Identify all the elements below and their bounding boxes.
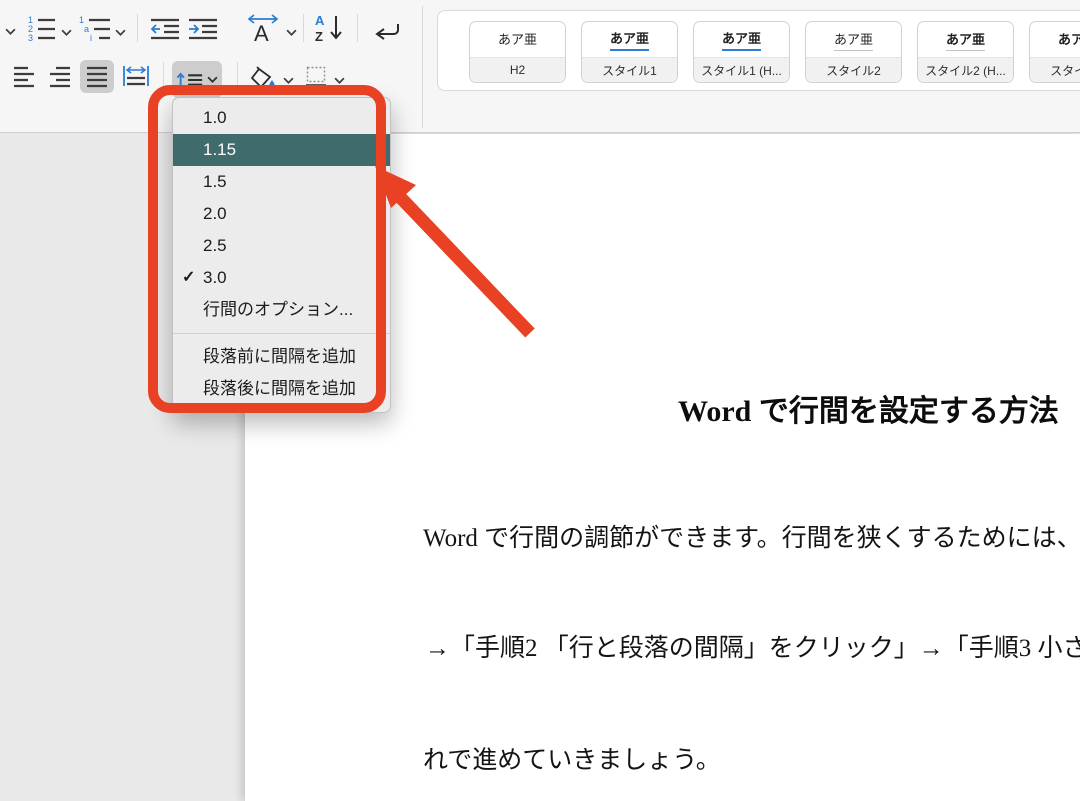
style-tile-style1[interactable]: あア亜 スタイル1 (581, 21, 678, 83)
style-tile-h2[interactable]: あア亜 H2 (469, 21, 566, 83)
document-paragraph[interactable]: れで進めていきましょう。 (423, 740, 721, 776)
menu-item-1.15[interactable]: 1.15 (173, 134, 390, 166)
style-preview-text: あア亜 (834, 29, 873, 51)
menu-item-2.5[interactable]: 2.5 (173, 230, 390, 262)
menu-item-2.0[interactable]: 2.0 (173, 198, 390, 230)
style-gallery: あア亜 H2 あア亜 スタイル1 あア亜 スタイル1 (H... あア亜 スタイ… (437, 10, 1080, 91)
sort-az-icon: A Z (314, 13, 344, 43)
toolbar-separator (237, 62, 238, 92)
increase-indent-icon (188, 17, 218, 41)
style-tile-style2[interactable]: あア亜 スタイル2 (805, 21, 902, 83)
wrap-text-icon (374, 18, 402, 40)
align-right-button[interactable] (46, 64, 74, 90)
increase-indent-button[interactable] (187, 16, 219, 42)
align-left-icon (13, 66, 35, 88)
toolbar-separator (422, 6, 423, 128)
borders-button[interactable] (302, 62, 330, 90)
shading-button[interactable] (248, 64, 278, 92)
distribute-text-button[interactable] (120, 62, 152, 90)
chevron-down-icon (207, 76, 218, 83)
svg-text:A: A (254, 21, 269, 43)
checkmark-icon: ✓ (182, 262, 195, 294)
menu-item-1.5[interactable]: 1.5 (173, 166, 390, 198)
line-spacing-icon (176, 71, 204, 89)
align-left-button[interactable] (10, 64, 38, 90)
line-spacing-button[interactable] (172, 61, 222, 98)
chevron-down-icon (115, 29, 126, 36)
numbered-list-dropdown-button[interactable] (59, 26, 73, 38)
style-preview-text: あア亜 (498, 29, 537, 50)
style-tile-style3[interactable]: あア亜 スタイル3 (1029, 21, 1080, 83)
character-scale-button[interactable]: A (244, 12, 282, 44)
character-scale-dropdown-button[interactable] (284, 26, 298, 38)
shading-dropdown-button[interactable] (281, 74, 295, 86)
document-title[interactable]: Word で行間を設定する方法 (678, 386, 1059, 430)
style-tile-style1-h[interactable]: あア亜 スタイル1 (H... (693, 21, 790, 83)
menu-item-1.0[interactable]: 1.0 (173, 102, 390, 134)
style-preview-text: あア亜 (946, 29, 985, 51)
numbered-list-button[interactable]: 1 2 3 (26, 12, 58, 44)
borders-dropdown-button[interactable] (332, 74, 346, 86)
decrease-indent-button[interactable] (149, 16, 181, 42)
justify-icon (86, 66, 108, 88)
menu-item-add-space-before-paragraph[interactable]: 段落前に間隔を追加 (173, 341, 390, 373)
toolbar-separator (303, 14, 304, 42)
multilevel-list-dropdown-button[interactable] (113, 26, 127, 38)
menu-item-add-space-after-paragraph[interactable]: 段落後に間隔を追加 (173, 373, 390, 405)
chevron-down-icon (5, 28, 16, 35)
character-scale-icon: A (246, 13, 280, 43)
word-window: 1 2 3 1 a i (0, 0, 1080, 801)
style-tile-label: スタイル2 (806, 57, 901, 82)
svg-text:i: i (90, 33, 92, 42)
align-right-icon (49, 66, 71, 88)
decrease-indent-icon (150, 17, 180, 41)
bullet-list-dropdown-button[interactable] (2, 24, 18, 38)
chevron-down-icon (283, 77, 294, 84)
style-tile-label: スタイル3 (1030, 57, 1080, 82)
multilevel-list-button[interactable]: 1 a i (78, 12, 112, 44)
chevron-down-icon (286, 29, 297, 36)
justify-button[interactable] (80, 60, 114, 93)
chevron-down-icon (334, 77, 345, 84)
style-preview-text: あア亜 (610, 28, 649, 51)
svg-text:A: A (315, 13, 325, 28)
style-tile-label: スタイル1 (582, 57, 677, 82)
ribbon-toolbar: 1 2 3 1 a i (0, 0, 1080, 133)
toolbar-separator (357, 14, 358, 42)
paint-bucket-icon (250, 66, 276, 90)
style-preview-text: あア亜 (1058, 29, 1080, 50)
sort-button[interactable]: A Z (312, 12, 346, 44)
menu-item-3.0[interactable]: ✓ 3.0 (173, 262, 390, 294)
svg-text:a: a (84, 24, 89, 34)
multilevel-list-icon: 1 a i (79, 14, 111, 42)
style-tile-label: スタイル2 (H... (918, 57, 1013, 82)
menu-separator (173, 333, 390, 334)
document-paragraph[interactable]: →「手順2 「行と段落の間隔」をクリック」→「手順3 小さい (425, 628, 1080, 664)
svg-text:Z: Z (315, 29, 323, 43)
chevron-down-icon (61, 29, 72, 36)
border-bottom-icon (305, 65, 327, 87)
menu-item-line-spacing-options[interactable]: 行間のオプション... (173, 294, 390, 326)
style-tile-label: スタイル1 (H... (694, 57, 789, 82)
toolbar-separator (163, 62, 164, 92)
wrap-text-button[interactable] (372, 16, 404, 42)
svg-text:3: 3 (28, 33, 33, 42)
style-tile-label: H2 (470, 57, 565, 82)
style-tile-style2-h[interactable]: あア亜 スタイル2 (H... (917, 21, 1014, 83)
toolbar-separator (137, 14, 138, 42)
distribute-text-icon (123, 64, 149, 88)
document-paragraph[interactable]: Word で行間の調節ができます。行間を狭くするためには、「手順 (423, 518, 1080, 554)
line-spacing-menu: 1.0 1.15 1.5 2.0 2.5 ✓ 3.0 行間のオプション... 段… (172, 97, 391, 413)
numbered-list-icon: 1 2 3 (27, 14, 57, 42)
style-preview-text: あア亜 (722, 28, 761, 51)
